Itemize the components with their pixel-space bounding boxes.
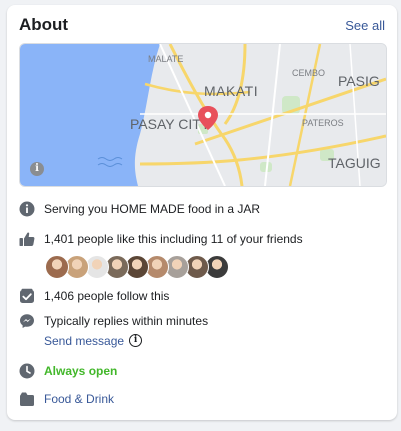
card-title: About [19,15,69,34]
response-time: Typically replies within minutes [44,314,209,328]
map-label-pasay-city: PASAY CITY [130,116,211,132]
thumbs-up-icon [19,232,35,246]
clock-icon [19,363,35,379]
follow-check-icon [20,288,34,303]
friend-avatar[interactable] [45,255,69,279]
card-header: About See all [19,15,385,39]
description-row: Serving you HOME MADE food in a JAR [19,201,385,219]
map-label-cembo: CEMBO [292,68,325,78]
response-row: Typically replies within minutes [19,313,385,331]
page-description: Serving you HOME MADE food in a JAR [44,202,261,216]
category-link[interactable]: Food & Drink [44,392,114,406]
map-canvas: MALATE MAKATI CEMBO PASIG PASAY CITY PAT… [20,44,386,186]
hours-status: Always open [44,364,118,378]
map-label-pasig: PASIG [338,73,380,89]
see-all-link[interactable]: See all [345,18,385,33]
follows-row: 1,406 people follow this [19,288,385,306]
info-icon [19,201,35,217]
category-tag-icon [20,392,34,406]
hours-row: Always open [19,363,385,381]
follows-count: 1,406 people follow this [44,289,170,303]
map-label-makati: MAKATI [204,83,258,99]
send-message-info-icon[interactable]: i [129,334,143,348]
map-label-pateros: PATEROS [302,118,344,128]
category-row: Food & Drink [19,391,385,409]
likes-row: 1,401 people like this including 11 of y… [19,231,385,249]
about-card: About See all MALATE MAKATI CEMBO PASIG … [7,5,397,420]
map-label-taguig: TAGUIG [328,155,381,171]
likes-count[interactable]: 1,401 people like this including 11 of y… [44,232,303,246]
messenger-bolt-icon [20,314,34,328]
map-label-malate: MALATE [148,54,183,64]
location-map[interactable]: MALATE MAKATI CEMBO PASIG PASAY CITY PAT… [19,43,387,187]
map-info-icon[interactable]: i [30,162,44,176]
send-message-row: Send message i [44,332,143,350]
send-message-link[interactable]: Send message [44,334,124,348]
